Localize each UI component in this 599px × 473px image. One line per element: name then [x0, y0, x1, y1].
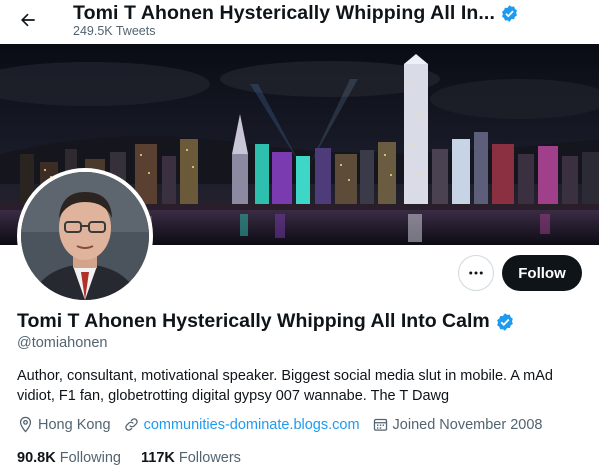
display-name: Tomi T Ahonen Hysterically Whipping All …	[17, 310, 515, 333]
follow-button[interactable]: Follow	[502, 255, 582, 291]
verified-badge-icon	[502, 5, 517, 22]
more-horizontal-icon	[469, 271, 483, 275]
arrow-left-icon	[21, 13, 35, 27]
top-bar: Tomi T Ahonen Hysterically Whipping All …	[0, 0, 599, 44]
calendar-icon	[373, 418, 387, 431]
following-link[interactable]: 90.8K Following	[17, 450, 121, 466]
avatar[interactable]	[17, 168, 153, 304]
bio: Author, consultant, motivational speaker…	[17, 368, 553, 404]
location-text: Hong Kong	[38, 416, 111, 433]
followers-link[interactable]: 117K Followers	[141, 450, 241, 466]
verified-badge-icon	[496, 312, 513, 331]
following-count: 90.8K	[17, 450, 56, 466]
tweet-count: 249.5K Tweets	[73, 24, 156, 38]
website: communities-dominate.blogs.com	[123, 416, 360, 433]
profile-photo	[21, 172, 149, 300]
header-title-text: Tomi T Ahonen Hysterically Whipping All …	[73, 2, 495, 24]
followers-count: 117K	[140, 450, 175, 466]
display-name-text: Tomi T Ahonen Hysterically Whipping All …	[17, 310, 490, 332]
back-button[interactable]	[13, 5, 43, 35]
following-label: Following	[59, 450, 121, 466]
followers-label: Followers	[178, 450, 241, 466]
join-date-text: Joined November 2008	[392, 416, 543, 433]
location-pin-icon	[19, 416, 32, 433]
header-title: Tomi T Ahonen Hysterically Whipping All …	[73, 2, 519, 25]
profile-meta: Hong Kong communities-dominate.blogs.com…	[17, 416, 554, 433]
website-link[interactable]: communities-dominate.blogs.com	[144, 417, 360, 433]
link-icon	[124, 418, 138, 431]
user-handle: @tomiahonen	[17, 335, 108, 351]
more-options-button[interactable]	[458, 255, 494, 291]
join-date: Joined November 2008	[372, 416, 543, 433]
follow-stats: 90.8K Following 117K Followers	[17, 450, 261, 466]
location: Hong Kong	[17, 416, 111, 433]
